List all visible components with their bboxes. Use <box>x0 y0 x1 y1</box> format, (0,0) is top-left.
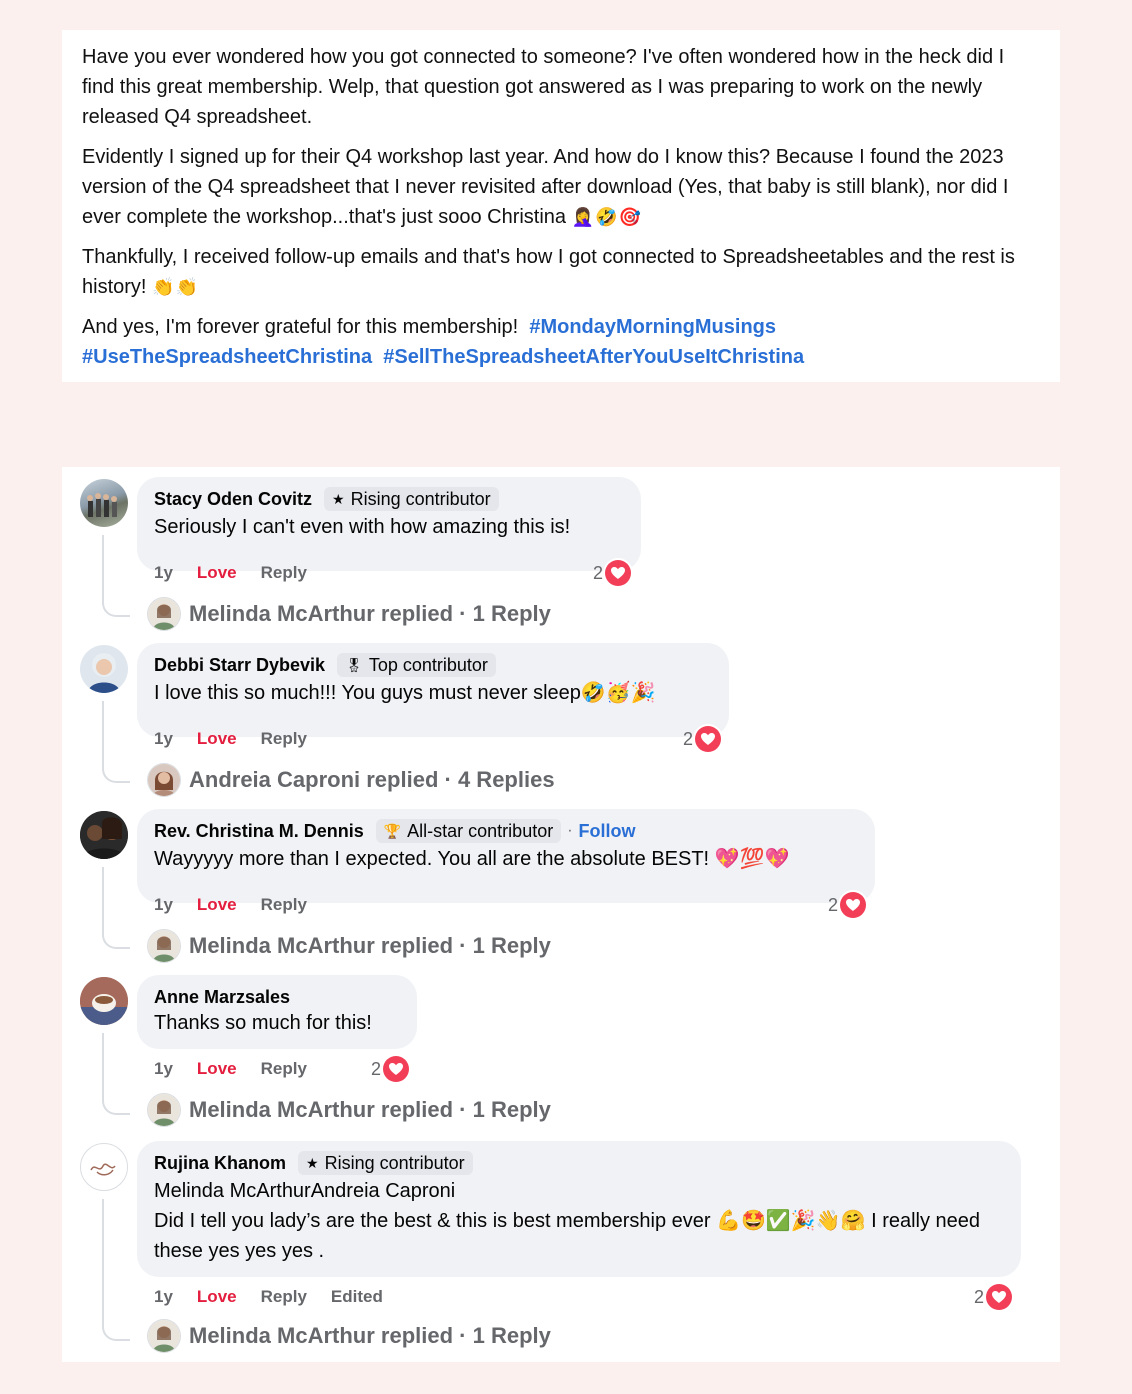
thread-line <box>102 1199 130 1341</box>
avatar <box>147 1093 181 1127</box>
comment: Debbi Starr Dybevik 🎖 Top contributor I l… <box>62 633 1060 799</box>
reply-button[interactable]: Reply <box>261 729 307 749</box>
hashtag-link[interactable]: #SellTheSpreadsheetAfterYouUseItChristin… <box>383 346 804 368</box>
love-button[interactable]: Love <box>197 1287 237 1307</box>
comment-actions: 1y Love Reply <box>154 729 331 749</box>
comment-bubble: Rujina Khanom ★ Rising contributor Melind… <box>137 1141 1021 1277</box>
comment-time[interactable]: 1y <box>154 1287 173 1307</box>
contributor-badge[interactable]: ★ Rising contributor <box>324 487 499 511</box>
comment-author[interactable]: Debbi Starr Dybevik <box>154 655 325 676</box>
heart-icon <box>605 560 632 586</box>
reply-button[interactable]: Reply <box>261 563 307 583</box>
avatar <box>147 929 181 963</box>
view-replies-link[interactable]: Melinda McArthur replied · 1 Reply <box>147 1319 551 1353</box>
comment-time[interactable]: 1y <box>154 1059 173 1079</box>
reply-button[interactable]: Reply <box>261 1287 307 1307</box>
clap-emoji: 👏👏 <box>152 277 199 297</box>
comment-author[interactable]: Rev. Christina M. Dennis <box>154 821 364 842</box>
reply-button[interactable]: Reply <box>261 895 307 915</box>
avatar[interactable] <box>80 1143 128 1191</box>
post-paragraph-2: Evidently I signed up for their Q4 works… <box>82 146 1009 228</box>
reaction-count[interactable]: 2 <box>828 892 867 918</box>
comment-text: I love this so much!!! You guys must nev… <box>154 682 656 704</box>
contributor-badge[interactable]: 🏆 All-star contributor <box>375 819 562 843</box>
post-paragraph-3: Thankfully, I received follow-up emails … <box>82 246 1015 298</box>
comment-time[interactable]: 1y <box>154 729 173 749</box>
comment-time[interactable]: 1y <box>154 895 173 915</box>
separator-dot: · <box>567 822 573 839</box>
comment-author[interactable]: Anne Marzsales <box>154 987 290 1008</box>
comment-text: Wayyyyy more than I expected. You all ar… <box>154 848 790 870</box>
comments-section: Stacy Oden Covitz ★ Rising contributor Se… <box>62 467 1060 1362</box>
post-paragraph-4: And yes, I'm forever grateful for this m… <box>82 316 805 368</box>
trophy-icon: 🏆 <box>383 822 402 839</box>
comment-actions: 1y Love Reply Edited <box>154 1287 407 1307</box>
comment: Rujina Khanom ★ Rising contributor Melind… <box>62 1131 1060 1362</box>
thread-line <box>102 867 130 949</box>
comment: Anne Marzsales Thanks so much for this! … <box>62 965 1060 1131</box>
avatar <box>147 1319 181 1353</box>
comment-author[interactable]: Rujina Khanom <box>154 1153 286 1174</box>
post-paragraph-1: Have you ever wondered how you got conne… <box>82 46 1005 128</box>
avatar <box>147 597 181 631</box>
avatar[interactable] <box>80 645 128 693</box>
post-body: Have you ever wondered how you got conne… <box>62 30 1060 382</box>
love-button[interactable]: Love <box>197 729 237 749</box>
hashtag-link[interactable]: #MondayMorningMusings <box>529 316 776 338</box>
thread-line <box>102 1033 130 1115</box>
reply-button[interactable]: Reply <box>261 1059 307 1079</box>
comment-bubble: Anne Marzsales Thanks so much for this! <box>137 975 417 1049</box>
comment-author[interactable]: Stacy Oden Covitz <box>154 489 312 510</box>
comment: Stacy Oden Covitz ★ Rising contributor Se… <box>62 467 1060 633</box>
comment-text: Did I tell you lady’s are the best & thi… <box>154 1210 981 1262</box>
comment-time[interactable]: 1y <box>154 563 173 583</box>
star-icon: ★ <box>306 1154 319 1171</box>
reaction-count[interactable]: 2 <box>683 726 722 752</box>
heart-icon <box>383 1056 410 1082</box>
avatar[interactable] <box>80 811 128 859</box>
comment-actions: 1y Love Reply <box>154 1059 331 1079</box>
avatar[interactable] <box>80 977 128 1025</box>
heart-icon <box>986 1284 1013 1310</box>
reaction-count[interactable]: 2 <box>974 1284 1013 1310</box>
reaction-count[interactable]: 2 <box>371 1056 410 1082</box>
comment-bubble: Debbi Starr Dybevik 🎖 Top contributor I l… <box>137 643 729 737</box>
heart-icon <box>840 892 867 918</box>
view-replies-link[interactable]: Melinda McArthur replied · 1 Reply <box>147 929 551 963</box>
comment-bubble: Stacy Oden Covitz ★ Rising contributor Se… <box>137 477 641 571</box>
view-replies-link[interactable]: Andreia Caproni replied · 4 Replies <box>147 763 555 797</box>
thread-line <box>102 535 130 617</box>
emoji-group: 🤦‍♀️🤣🎯 <box>571 207 642 227</box>
view-replies-link[interactable]: Melinda McArthur replied · 1 Reply <box>147 1093 551 1127</box>
thread-line <box>102 701 130 783</box>
comment-text: Thanks so much for this! <box>154 1012 372 1034</box>
avatar[interactable] <box>80 479 128 527</box>
star-icon: ★ <box>332 490 345 507</box>
comment-bubble: Rev. Christina M. Dennis 🏆 All-star contr… <box>137 809 875 903</box>
follow-button[interactable]: Follow <box>579 821 636 842</box>
comment-text: Seriously I can't even with how amazing … <box>154 516 571 538</box>
love-button[interactable]: Love <box>197 563 237 583</box>
love-button[interactable]: Love <box>197 895 237 915</box>
reaction-count[interactable]: 2 <box>593 560 632 586</box>
mentioned-users[interactable]: Melinda McArthurAndreia Caproni <box>154 1176 1004 1206</box>
hashtag-link[interactable]: #UseTheSpreadsheetChristina <box>82 346 372 368</box>
comment: Rev. Christina M. Dennis 🏆 All-star contr… <box>62 799 1060 965</box>
medal-icon: 🎖 <box>345 656 363 673</box>
comment-actions: 1y Love Reply <box>154 895 331 915</box>
love-button[interactable]: Love <box>197 1059 237 1079</box>
contributor-badge[interactable]: ★ Rising contributor <box>298 1151 473 1175</box>
heart-icon <box>695 726 722 752</box>
contributor-badge[interactable]: 🎖 Top contributor <box>337 653 496 677</box>
view-replies-link[interactable]: Melinda McArthur replied · 1 Reply <box>147 597 551 631</box>
edited-label[interactable]: Edited <box>331 1287 383 1307</box>
avatar <box>147 763 181 797</box>
comment-actions: 1y Love Reply <box>154 563 331 583</box>
